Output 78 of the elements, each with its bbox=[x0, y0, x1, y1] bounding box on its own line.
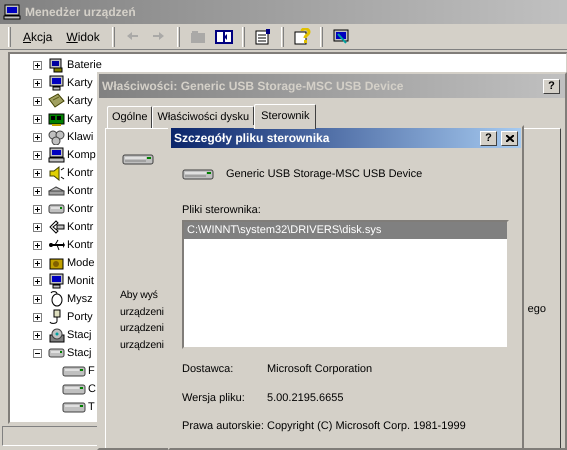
expand-icon[interactable] bbox=[33, 222, 42, 232]
scan-hardware-icon[interactable] bbox=[332, 28, 350, 45]
tree-item[interactable]: Karty bbox=[65, 74, 95, 92]
expand-icon[interactable] bbox=[33, 78, 42, 88]
expand-icon[interactable] bbox=[33, 150, 42, 160]
tab[interactable]: Sterownik bbox=[254, 104, 316, 128]
expand-icon[interactable] bbox=[33, 294, 42, 304]
tree-item[interactable]: Monit bbox=[65, 272, 96, 290]
paragraph-line: Aby wyś bbox=[120, 288, 158, 302]
paragraph-line: urządzeni bbox=[120, 338, 164, 352]
expand-icon[interactable] bbox=[33, 204, 42, 214]
file-item[interactable]: C:\WINNT\system32\DRIVERS\disk.sys bbox=[184, 222, 507, 238]
tree-item[interactable]: Kontr bbox=[65, 182, 96, 200]
keyboard-icon bbox=[48, 129, 65, 145]
battery-icon bbox=[48, 57, 65, 73]
expand-icon[interactable] bbox=[33, 276, 42, 286]
computer-icon bbox=[48, 147, 65, 163]
collapse-icon[interactable] bbox=[33, 348, 42, 358]
help-button[interactable]: ? bbox=[480, 130, 497, 146]
expand-icon[interactable] bbox=[33, 60, 42, 70]
tree-item[interactable]: Kontr bbox=[65, 218, 96, 236]
paragraph-fragment: ego bbox=[528, 303, 546, 315]
tree-item[interactable]: F bbox=[86, 362, 97, 380]
expand-icon[interactable] bbox=[33, 330, 42, 340]
tree-item[interactable]: Baterie bbox=[65, 56, 104, 74]
tree-item[interactable]: Stacj bbox=[65, 326, 94, 344]
window-title: Menedżer urządzeń bbox=[25, 4, 136, 21]
tree-item[interactable]: Kontr bbox=[65, 164, 96, 182]
detail-label: Prawa autorskie: bbox=[182, 419, 265, 434]
tree-item[interactable]: Stacj bbox=[65, 344, 94, 362]
monitor-icon bbox=[48, 273, 65, 289]
mouse-icon bbox=[48, 291, 65, 307]
help-icon[interactable] bbox=[292, 28, 311, 45]
tab[interactable]: Ogólne bbox=[107, 106, 152, 128]
expand-icon[interactable] bbox=[33, 168, 42, 178]
controller-icon bbox=[48, 219, 65, 235]
speaker-icon bbox=[48, 165, 65, 181]
menu-item[interactable]: Akcja bbox=[17, 26, 58, 48]
chip-icon bbox=[48, 111, 65, 127]
computer-icon bbox=[3, 4, 21, 20]
tree-item[interactable]: Karty bbox=[65, 92, 95, 110]
device-name: Generic USB Storage-MSC USB Device bbox=[226, 167, 422, 182]
files-label: Pliki sterownika: bbox=[182, 202, 262, 218]
expand-icon[interactable] bbox=[33, 132, 42, 142]
tree-item[interactable]: Kontr bbox=[65, 200, 96, 218]
paragraph-line: urządzeni bbox=[120, 304, 164, 318]
paragraph-line: urządzeni bbox=[120, 321, 164, 335]
tree-item[interactable]: C bbox=[86, 380, 98, 398]
expand-icon[interactable] bbox=[33, 114, 42, 124]
expand-icon[interactable] bbox=[33, 96, 42, 106]
expand-icon[interactable] bbox=[33, 240, 42, 250]
close-icon bbox=[506, 134, 514, 142]
close-button[interactable] bbox=[501, 130, 518, 146]
expand-icon[interactable] bbox=[33, 312, 42, 322]
menu-item[interactable]: Widok bbox=[60, 26, 106, 48]
tree-pane-icon[interactable] bbox=[214, 28, 233, 45]
card-icon bbox=[48, 93, 65, 109]
tree-item[interactable]: T bbox=[86, 398, 97, 416]
properties-icon[interactable] bbox=[254, 28, 272, 45]
detail-value: Copyright (C) Microsoft Corp. 1981-1999 bbox=[267, 419, 466, 434]
expand-icon[interactable] bbox=[33, 258, 42, 268]
help-button[interactable]: ? bbox=[543, 78, 560, 94]
window-title: Szczegóły pliku sterownika bbox=[174, 130, 330, 147]
detail-label: Wersja pliku: bbox=[182, 390, 246, 406]
tree-item[interactable]: Mode bbox=[65, 254, 97, 272]
detail-value: 5.00.2195.6655 bbox=[267, 390, 344, 406]
detail-value: Microsoft Corporation bbox=[267, 362, 372, 377]
tree-item[interactable]: Komp bbox=[65, 146, 98, 164]
tree-item[interactable]: Karty bbox=[65, 110, 95, 128]
usb-icon bbox=[48, 237, 65, 253]
monitor-icon bbox=[48, 75, 65, 91]
tree-item[interactable]: Klawi bbox=[65, 128, 96, 146]
expand-icon[interactable] bbox=[33, 186, 42, 196]
tree-item[interactable]: Kontr bbox=[65, 236, 96, 254]
tree-item[interactable]: Porty bbox=[65, 308, 95, 326]
detail-label: Dostawca: bbox=[182, 362, 234, 377]
cd-drive-icon bbox=[48, 327, 65, 343]
tree-item[interactable]: Mysz bbox=[65, 290, 95, 308]
